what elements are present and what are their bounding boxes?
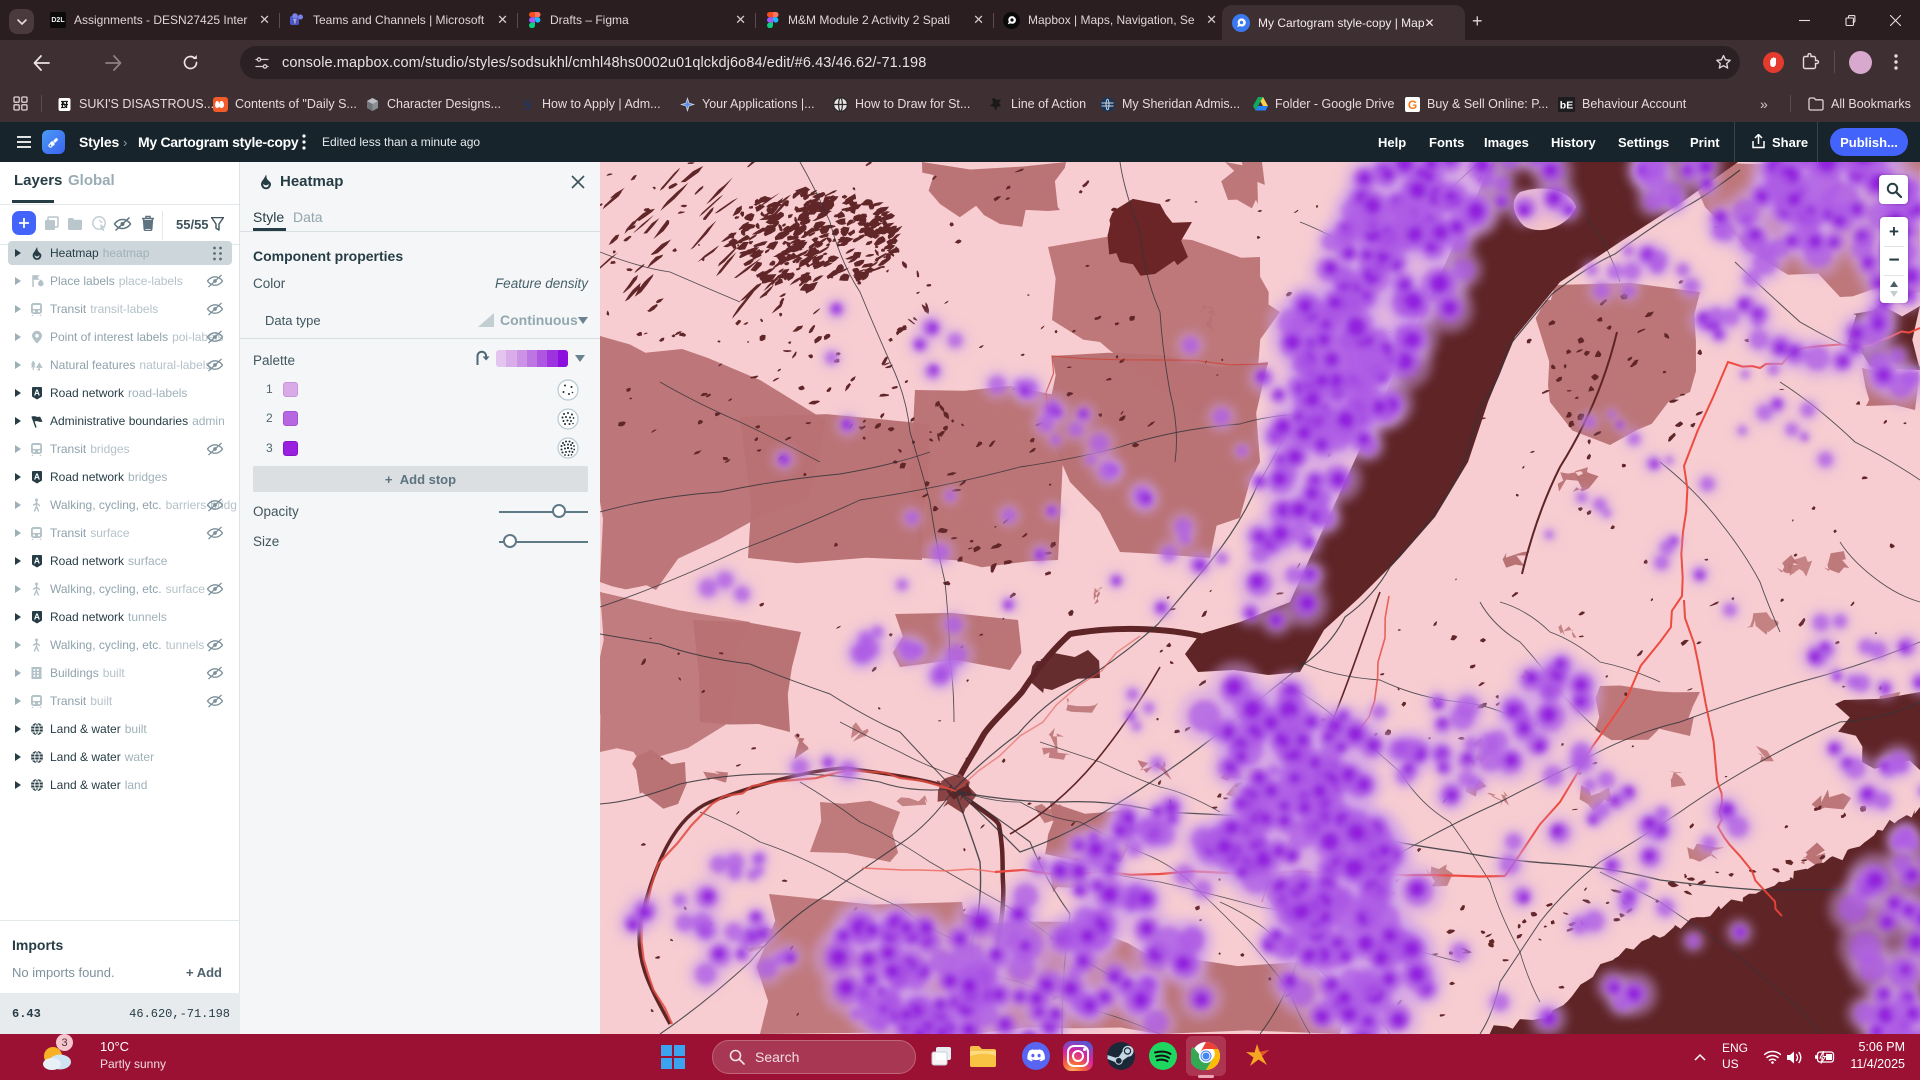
svg-text:S: S [524, 98, 532, 112]
svg-text:N: N [61, 100, 68, 110]
svg-text:A: A [33, 556, 39, 566]
svg-text:A: A [33, 612, 39, 622]
svg-text:G: G [1408, 98, 1417, 112]
svg-text:A: A [33, 388, 39, 398]
svg-text:A: A [33, 472, 39, 482]
svg-text:bE: bE [1560, 99, 1573, 111]
